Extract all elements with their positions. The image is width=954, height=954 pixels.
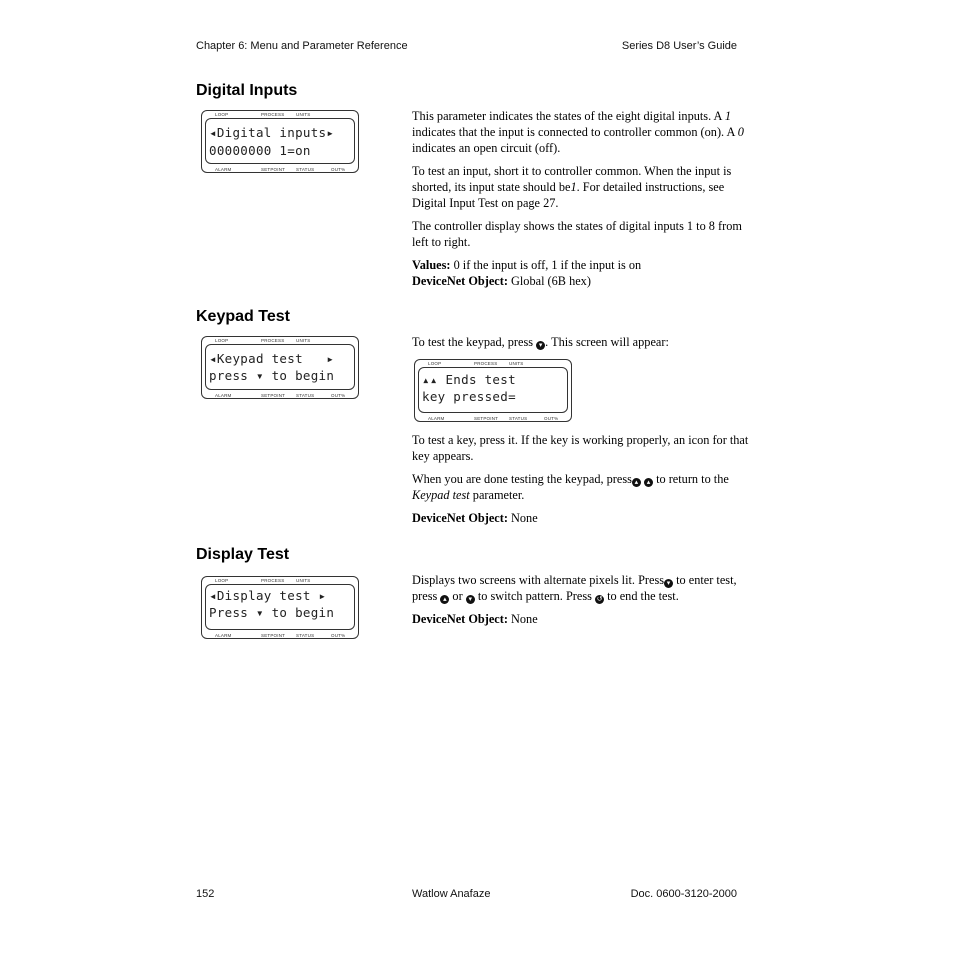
- keypad-test-intro: To test the keypad, press ▾. This screen…: [412, 334, 752, 357]
- lcd-label-loop: LOOP: [215, 578, 229, 583]
- paragraph: To test an input, short it to controller…: [412, 164, 732, 210]
- lcd-label-loop: LOOP: [215, 112, 229, 117]
- lcd-label-setpoint: SETPOINT: [261, 167, 286, 172]
- paragraph: When you are done testing the keypad, pr…: [412, 472, 729, 502]
- keypad-test-description: To test a key, press it. If the key is w…: [412, 432, 752, 533]
- paragraph: To test a key, press it. If the key is w…: [412, 433, 749, 463]
- section-title-display-test: Display Test: [196, 546, 290, 563]
- section-title-digital-inputs: Digital Inputs: [196, 82, 298, 99]
- lcd-line-2: Press ▾ to begin: [209, 605, 335, 620]
- page-number: 152: [196, 888, 215, 900]
- up-key-icon: ▴: [644, 478, 653, 487]
- digital-inputs-description: This parameter indicates the states of t…: [412, 108, 752, 289]
- display-test-description: Displays two screens with alternate pixe…: [412, 572, 752, 634]
- lcd-label-alarm: ALARM: [215, 633, 232, 638]
- lcd-display-digital-inputs: LOOP PROCESS UNITS ALARM SETPOINT STATUS…: [201, 110, 359, 173]
- lcd-line-1: ▴▴ Ends test: [422, 372, 516, 387]
- lcd-label-setpoint: SETPOINT: [261, 633, 286, 638]
- lcd-label-setpoint: SETPOINT: [474, 416, 499, 421]
- lcd-label-units: UNITS: [296, 338, 311, 343]
- lcd-line-1: ◂Digital inputs▸: [209, 125, 335, 140]
- lcd-display-display-test: LOOP PROCESS UNITS ALARM SETPOINT STATUS…: [201, 576, 359, 639]
- lcd-line-1: ◂Display test ▸: [209, 588, 327, 603]
- devicenet-line: DeviceNet Object: None: [412, 511, 538, 525]
- paragraph: To test the keypad, press ▾. This screen…: [412, 335, 669, 350]
- lcd-label-alarm: ALARM: [428, 416, 445, 421]
- running-header-chapter: Chapter 6: Menu and Parameter Reference: [196, 40, 408, 52]
- lcd-label-out: OUT%: [331, 393, 346, 398]
- down-key-icon: ▾: [664, 579, 674, 588]
- lcd-label-process: PROCESS: [474, 361, 498, 366]
- lcd-display-ends-test: LOOP PROCESS UNITS ALARM SETPOINT STATUS…: [414, 359, 572, 422]
- lcd-label-units: UNITS: [296, 578, 311, 583]
- paragraph: This parameter indicates the states of t…: [412, 109, 744, 155]
- lcd-line-1: ◂Keypad test ▸: [209, 351, 335, 366]
- lcd-label-status: STATUS: [296, 633, 315, 638]
- lcd-label-loop: LOOP: [215, 338, 229, 343]
- lcd-label-status: STATUS: [296, 167, 315, 172]
- lcd-line-2: press ▾ to begin: [209, 368, 335, 383]
- lcd-label-process: PROCESS: [261, 578, 285, 583]
- up-key-icon: ▴: [440, 595, 450, 604]
- lcd-label-out: OUT%: [544, 416, 559, 421]
- footer-publisher: Watlow Anafaze: [412, 888, 491, 900]
- lcd-label-setpoint: SETPOINT: [261, 393, 286, 398]
- footer-doc-number: Doc. 0600-3120-2000: [630, 888, 737, 900]
- lcd-label-status: STATUS: [296, 393, 315, 398]
- down-key-icon: ▾: [536, 341, 546, 350]
- lcd-label-alarm: ALARM: [215, 393, 232, 398]
- back-key-icon: ↺: [595, 595, 604, 604]
- lcd-label-out: OUT%: [331, 633, 346, 638]
- values-line: Values: 0 if the input is off, 1 if the …: [412, 258, 642, 288]
- lcd-label-units: UNITS: [296, 112, 311, 117]
- lcd-line-2: 00000000 1=on: [209, 143, 311, 158]
- lcd-label-loop: LOOP: [428, 361, 442, 366]
- up-key-icon: ▴: [631, 478, 641, 487]
- down-key-icon: ▾: [465, 595, 475, 604]
- devicenet-line: DeviceNet Object: None: [412, 612, 538, 626]
- paragraph: The controller display shows the states …: [412, 219, 742, 249]
- lcd-display-keypad-test: LOOP PROCESS UNITS ALARM SETPOINT STATUS…: [201, 336, 359, 399]
- lcd-label-out: OUT%: [331, 167, 346, 172]
- running-header-guide: Series D8 User’s Guide: [621, 40, 737, 52]
- lcd-label-units: UNITS: [509, 361, 524, 366]
- section-title-keypad-test: Keypad Test: [196, 308, 290, 325]
- lcd-line-2: key pressed=: [422, 389, 516, 404]
- lcd-label-status: STATUS: [509, 416, 528, 421]
- lcd-label-process: PROCESS: [261, 338, 285, 343]
- paragraph: Displays two screens with alternate pixe…: [412, 573, 737, 604]
- lcd-label-process: PROCESS: [261, 112, 285, 117]
- lcd-label-alarm: ALARM: [215, 167, 232, 172]
